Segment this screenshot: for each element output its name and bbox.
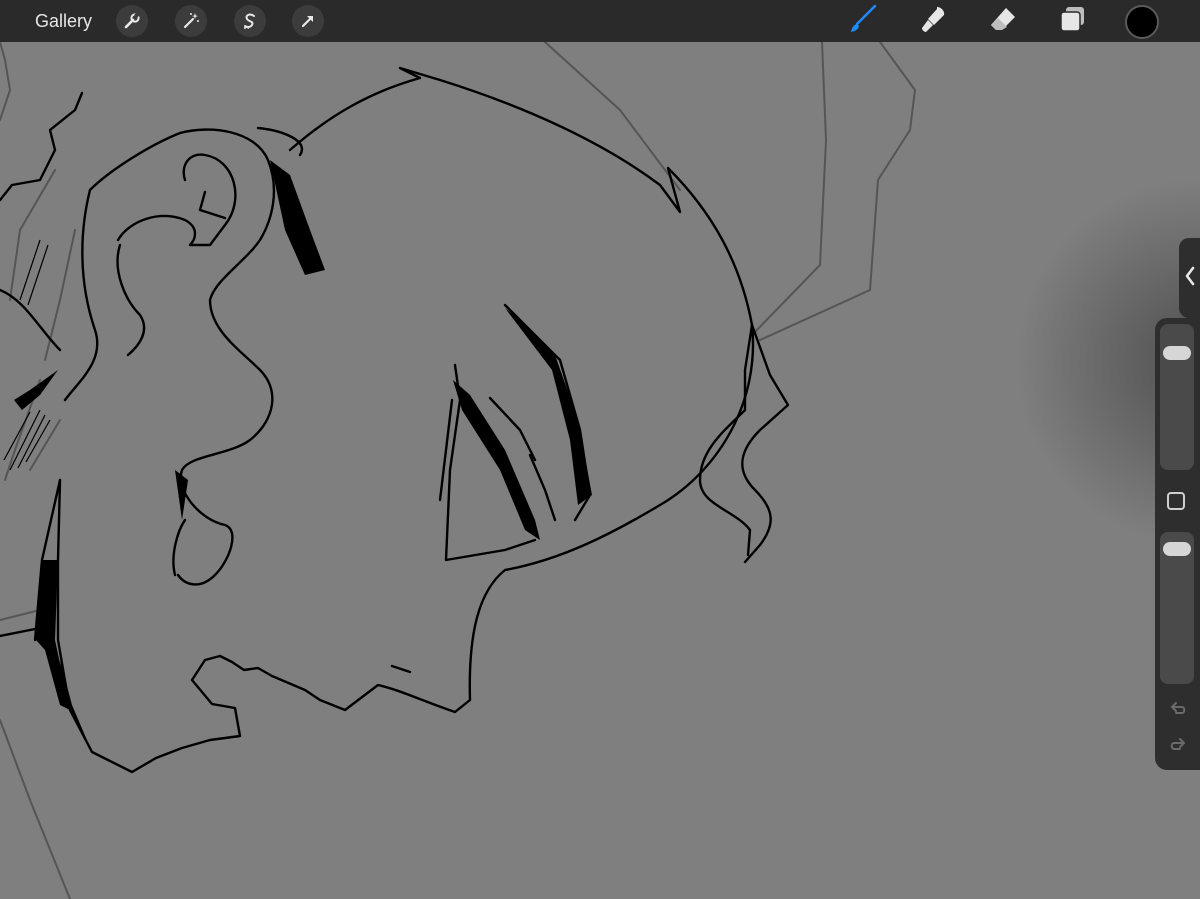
sketch-lines — [0, 42, 916, 899]
transform-button[interactable] — [292, 5, 324, 37]
brush-size-thumb[interactable] — [1163, 345, 1191, 360]
layers-button[interactable] — [1055, 4, 1089, 38]
actions-button[interactable] — [116, 5, 148, 37]
magic-wand-icon — [182, 12, 200, 30]
gallery-button[interactable]: Gallery — [35, 10, 92, 32]
adjustments-button[interactable] — [175, 5, 207, 37]
undo-button[interactable] — [1167, 700, 1189, 722]
sidebar — [1155, 318, 1200, 770]
drawing-canvas[interactable] — [0, 42, 1200, 899]
brush-tool-button[interactable] — [846, 4, 880, 38]
line-art — [0, 42, 916, 899]
smudge-tool-button[interactable] — [916, 4, 950, 38]
arrow-cursor-icon — [299, 12, 317, 30]
ink-fills — [14, 160, 592, 752]
chevron-left-icon — [1184, 265, 1196, 292]
redo-button[interactable] — [1167, 736, 1189, 758]
smudge-icon — [917, 3, 949, 40]
sidebar-collapse-tab[interactable] — [1179, 238, 1200, 318]
selection-s-icon — [241, 12, 259, 30]
color-picker-button[interactable] — [1125, 5, 1159, 39]
eraser-icon — [987, 3, 1019, 40]
selection-button[interactable] — [234, 5, 266, 37]
eraser-tool-button[interactable] — [986, 4, 1020, 38]
layers-icon — [1056, 3, 1088, 40]
opacity-slider[interactable] — [1160, 532, 1194, 684]
top-toolbar: Gallery — [0, 0, 1200, 42]
undo-icon — [1168, 699, 1188, 724]
redo-icon — [1168, 735, 1188, 760]
opacity-thumb[interactable] — [1163, 541, 1191, 556]
wrench-icon — [123, 12, 141, 30]
brush-size-slider[interactable] — [1160, 324, 1194, 470]
ink-lines — [0, 66, 790, 774]
modify-button[interactable] — [1167, 492, 1185, 510]
brush-icon — [847, 3, 879, 40]
hatching-lines — [3, 239, 51, 471]
